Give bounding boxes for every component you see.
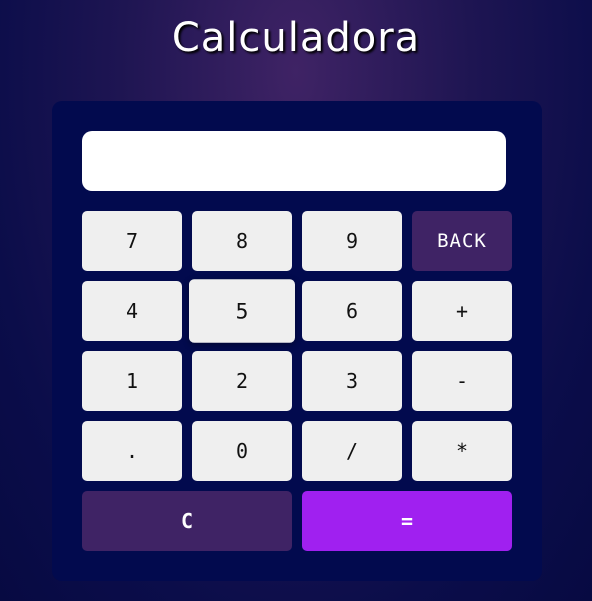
decimal-point-button[interactable]: . <box>82 421 182 481</box>
app-title: Calculadora <box>171 15 421 61</box>
divide-button[interactable]: / <box>302 421 402 481</box>
key-4-button[interactable]: 4 <box>82 281 182 341</box>
key-0-button[interactable]: 0 <box>192 421 292 481</box>
equals-button[interactable]: = <box>302 491 512 551</box>
key-8-button[interactable]: 8 <box>192 211 292 271</box>
key-3-button[interactable]: 3 <box>302 351 402 411</box>
key-2-button[interactable]: 2 <box>192 351 292 411</box>
key-6-button[interactable]: 6 <box>302 281 402 341</box>
calculator-display[interactable] <box>82 131 506 191</box>
plus-button[interactable]: + <box>412 281 512 341</box>
key-1-button[interactable]: 1 <box>82 351 182 411</box>
clear-button[interactable]: C <box>82 491 292 551</box>
key-9-button[interactable]: 9 <box>302 211 402 271</box>
calculator-panel: 7 8 9 BACK 4 5 6 + 1 2 3 - . 0 / * C = <box>52 101 542 581</box>
back-button[interactable]: BACK <box>412 211 512 271</box>
multiply-button[interactable]: * <box>412 421 512 481</box>
key-7-button[interactable]: 7 <box>82 211 182 271</box>
key-5-button[interactable]: 5 <box>189 279 295 343</box>
minus-button[interactable]: - <box>412 351 512 411</box>
